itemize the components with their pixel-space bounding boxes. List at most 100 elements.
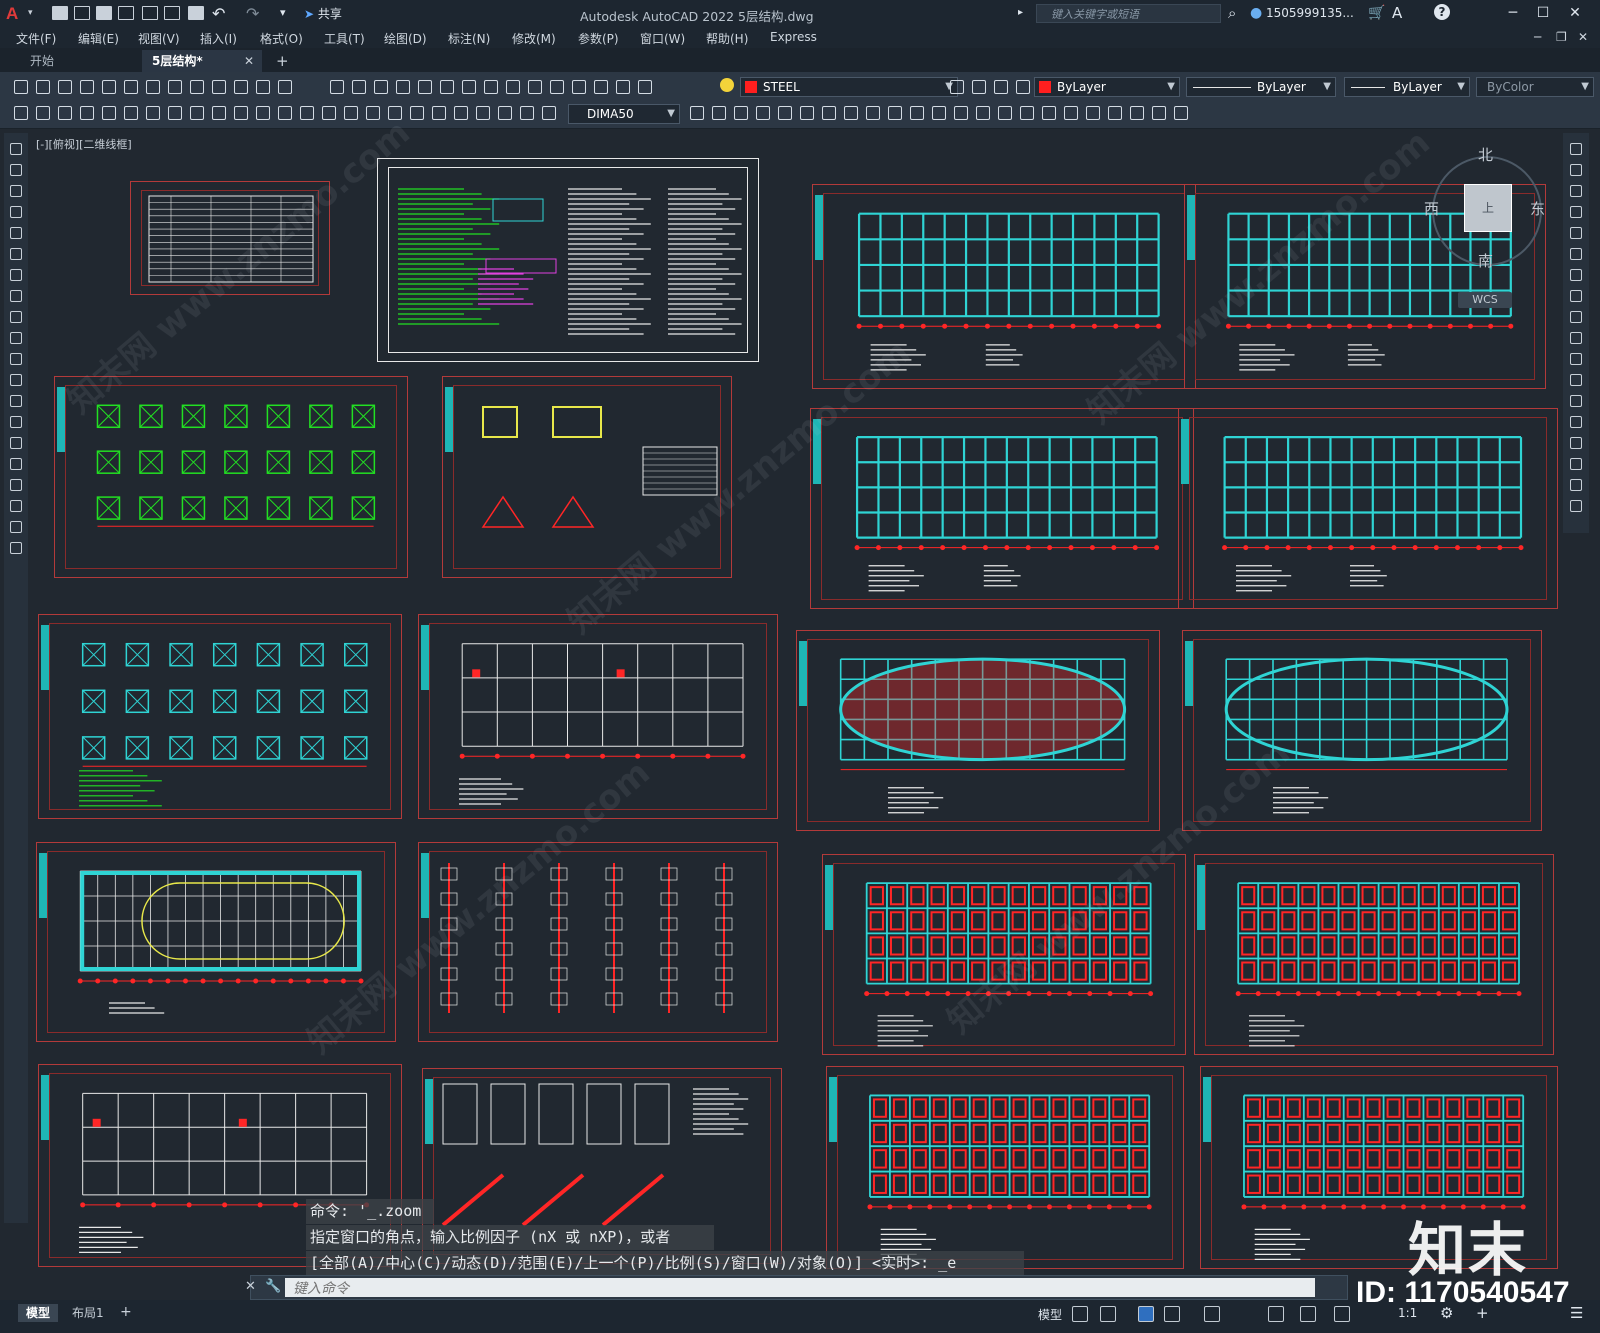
minimize-button[interactable]: ─ <box>1502 3 1524 23</box>
dimension-tool-icon[interactable] <box>168 106 182 120</box>
modify-tool-icon[interactable] <box>1570 479 1582 491</box>
modify-tool-icon[interactable] <box>1570 332 1582 344</box>
dimension-tool-icon[interactable] <box>712 106 726 120</box>
draw-tool-icon[interactable] <box>10 500 22 512</box>
draw-tool-icon[interactable] <box>10 164 22 176</box>
color-dropdown[interactable]: ByLayer ▼ <box>1034 77 1180 97</box>
modify-tool-icon[interactable] <box>1570 437 1582 449</box>
close-button[interactable]: ✕ <box>1564 3 1586 23</box>
dimension-tool-icon[interactable] <box>976 106 990 120</box>
draw-tool-icon[interactable] <box>10 437 22 449</box>
dimension-tool-icon[interactable] <box>756 106 770 120</box>
dimension-tool-icon[interactable] <box>998 106 1012 120</box>
modify-tool-icon[interactable] <box>1570 458 1582 470</box>
redo-icon[interactable]: ↷ <box>246 4 259 23</box>
draw-tool-icon[interactable] <box>10 290 22 302</box>
dimension-tool-icon[interactable] <box>954 106 968 120</box>
dimension-tool-icon[interactable] <box>256 106 270 120</box>
dimension-tool-icon[interactable] <box>234 106 248 120</box>
toolbar-tool-icon[interactable] <box>572 80 586 94</box>
menu-tools[interactable]: 工具(T) <box>324 30 365 47</box>
cart-icon[interactable]: 🛒 <box>1368 5 1385 21</box>
dimension-tool-icon[interactable] <box>1042 106 1056 120</box>
menu-file[interactable]: 文件(F) <box>16 30 56 47</box>
maximize-button[interactable]: ☐ <box>1532 3 1554 23</box>
dimension-tool-icon[interactable] <box>410 106 424 120</box>
dimension-tool-icon[interactable] <box>190 106 204 120</box>
dimension-tool-icon[interactable] <box>102 106 116 120</box>
draw-tool-icon[interactable] <box>10 332 22 344</box>
dimension-tool-icon[interactable] <box>14 106 28 120</box>
draw-tool-icon[interactable] <box>10 416 22 428</box>
compass-north-label[interactable]: 北 <box>1478 144 1493 165</box>
save-icon[interactable] <box>96 6 112 20</box>
search-icon[interactable]: ⌕ <box>1228 4 1236 22</box>
toolbar-tool-icon[interactable] <box>638 80 652 94</box>
toolbar-tool-icon[interactable] <box>616 80 630 94</box>
save-as-icon[interactable] <box>118 6 134 20</box>
customization-menu-icon[interactable]: ☰ <box>1570 1304 1583 1322</box>
ucs-menu[interactable]: WCS <box>1458 292 1512 308</box>
viewcube[interactable]: 北 南 东 西 上 WCS <box>1424 144 1548 316</box>
tab-5-floor-structure[interactable]: 5层结构* ✕ <box>142 50 262 72</box>
open-file-icon[interactable] <box>74 6 90 20</box>
dimension-tool-icon[interactable] <box>822 106 836 120</box>
close-command-line-icon[interactable]: ✕ <box>245 1279 256 1294</box>
dimension-tool-icon[interactable] <box>844 106 858 120</box>
dimension-tool-icon[interactable] <box>1020 106 1034 120</box>
drawing-canvas[interactable] <box>32 130 1560 1272</box>
dimension-tool-icon[interactable] <box>1064 106 1078 120</box>
layer-dropdown[interactable]: STEEL ▼ <box>740 77 958 97</box>
dimension-tool-icon[interactable] <box>690 106 704 120</box>
modify-tool-icon[interactable] <box>1570 227 1582 239</box>
draw-tool-icon[interactable] <box>10 248 22 260</box>
lineweight-display-icon[interactable] <box>1300 1306 1316 1322</box>
dimension-tool-icon[interactable] <box>1152 106 1166 120</box>
new-tab-icon[interactable]: + <box>276 52 289 70</box>
doc-close-icon[interactable]: ✕ <box>1578 30 1588 44</box>
polar-icon[interactable] <box>1164 1306 1180 1322</box>
draw-tool-icon[interactable] <box>10 353 22 365</box>
linetype-dropdown[interactable]: ByLayer ▼ <box>1186 77 1336 97</box>
draw-tool-icon[interactable] <box>10 542 22 554</box>
menu-view[interactable]: 视图(V) <box>138 30 180 47</box>
customize-qat-icon[interactable]: ▾ <box>280 6 286 19</box>
dimension-tool-icon[interactable] <box>124 106 138 120</box>
undo-icon[interactable]: ↶ <box>212 4 225 23</box>
new-file-icon[interactable] <box>52 6 68 20</box>
draw-tool-icon[interactable] <box>10 206 22 218</box>
model-space-button[interactable]: 模型 <box>1038 1306 1062 1323</box>
draw-tool-icon[interactable] <box>10 143 22 155</box>
menu-help[interactable]: 帮助(H) <box>706 30 748 47</box>
toolbar-tool-icon[interactable] <box>352 80 366 94</box>
dimension-tool-icon[interactable] <box>866 106 880 120</box>
toolbar-tool-icon[interactable] <box>528 80 542 94</box>
draw-tool-icon[interactable] <box>10 374 22 386</box>
modify-tool-icon[interactable] <box>1570 311 1582 323</box>
layer-on-icon[interactable] <box>720 78 734 92</box>
dimension-tool-icon[interactable] <box>476 106 490 120</box>
dimension-tool-icon[interactable] <box>932 106 946 120</box>
autocad-logo-icon[interactable]: A <box>6 4 24 23</box>
toolbar-tool-icon[interactable] <box>168 80 182 94</box>
autodesk-app-icon[interactable]: A <box>1392 4 1402 22</box>
doc-restore-icon[interactable]: ❐ <box>1556 30 1567 44</box>
open-web-icon[interactable] <box>142 6 158 20</box>
dimension-tool-icon[interactable] <box>36 106 50 120</box>
modify-tool-icon[interactable] <box>1570 248 1582 260</box>
compass-south-label[interactable]: 南 <box>1478 250 1493 271</box>
dimension-tool-icon[interactable] <box>1130 106 1144 120</box>
dimstyle-dropdown[interactable]: DIMA50 ▼ <box>568 104 680 124</box>
dimension-tool-icon[interactable] <box>542 106 556 120</box>
dimension-tool-icon[interactable] <box>454 106 468 120</box>
toolbar-tool-icon[interactable] <box>440 80 454 94</box>
toolbar-tool-icon[interactable] <box>462 80 476 94</box>
toolbar-tool-icon[interactable] <box>36 80 50 94</box>
user-icon[interactable]: ● <box>1250 5 1262 21</box>
toolbar-tool-icon[interactable] <box>484 80 498 94</box>
dimension-tool-icon[interactable] <box>300 106 314 120</box>
toolbar-tool-icon[interactable] <box>972 80 986 94</box>
toolbar-tool-icon[interactable] <box>994 80 1008 94</box>
modify-tool-icon[interactable] <box>1570 143 1582 155</box>
viewcube-top-face[interactable]: 上 <box>1464 184 1512 232</box>
